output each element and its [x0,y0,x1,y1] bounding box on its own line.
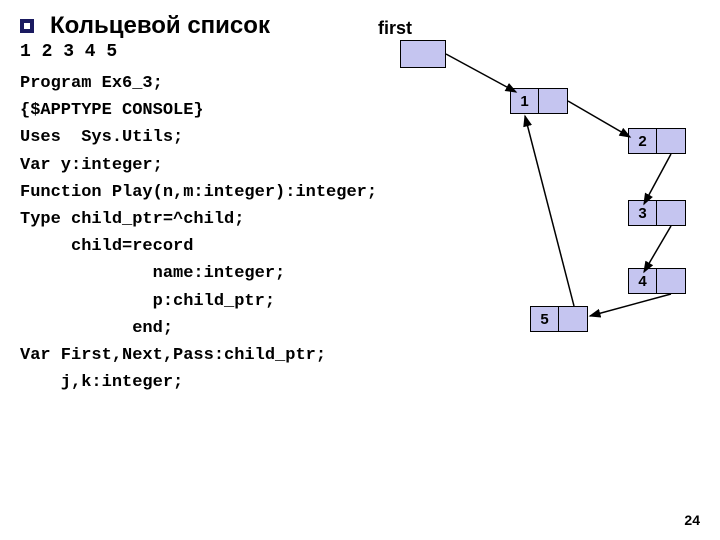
node-value: 1 [511,89,539,113]
list-node: 3 [628,200,686,226]
bullet-icon [20,19,34,33]
sequence-text: 1 2 3 4 5 [20,42,700,62]
node-pointer [657,129,685,153]
slide-title: Кольцевой список [50,12,270,40]
node-value: 4 [629,269,657,293]
code-block: Program Ex6_3; {$APPTYPE CONSOLE} Uses S… [20,70,700,396]
list-node: 1 [510,88,568,114]
page-number: 24 [684,512,700,528]
node-pointer [539,89,567,113]
node-value: 5 [531,307,559,331]
first-box [400,40,446,68]
node-pointer [657,201,685,225]
node-pointer [559,307,587,331]
node-value: 3 [629,201,657,225]
first-label: first [378,18,412,39]
list-node: 2 [628,128,686,154]
node-value: 2 [629,129,657,153]
node-pointer [657,269,685,293]
list-node: 5 [530,306,588,332]
list-node: 4 [628,268,686,294]
